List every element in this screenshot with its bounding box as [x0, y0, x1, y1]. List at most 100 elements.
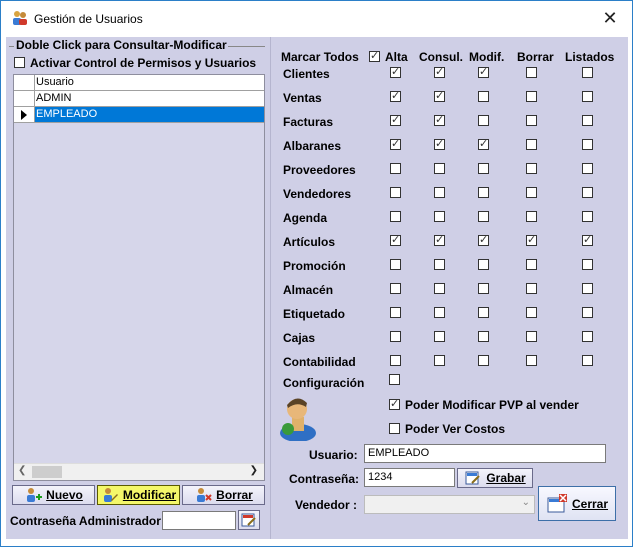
permission-checkbox-listados[interactable] [582, 91, 593, 102]
permission-checkbox-alta[interactable] [390, 211, 401, 222]
table-row-selected[interactable]: EMPLEADO [14, 107, 264, 123]
user-name-field[interactable]: EMPLEADO [364, 444, 606, 463]
permission-checkbox-consul[interactable] [434, 355, 445, 366]
permission-checkbox-consul[interactable] [434, 187, 445, 198]
view-costs-label: Poder Ver Costos [405, 422, 506, 436]
permission-checkbox-consul[interactable] [434, 89, 445, 102]
scroll-left-icon[interactable]: ❮ [18, 465, 26, 476]
modify-pvp-checkbox[interactable] [389, 397, 400, 410]
permission-checkbox-consul[interactable] [434, 307, 445, 318]
permission-checkbox-consul[interactable] [434, 113, 445, 126]
permission-checkbox-modif[interactable] [478, 259, 489, 270]
view-costs-checkbox[interactable] [389, 423, 400, 434]
user-cell[interactable]: ADMIN [36, 92, 71, 104]
permission-checkbox-borrar[interactable] [526, 211, 537, 222]
permission-checkbox-listados[interactable] [582, 67, 593, 78]
permission-checkbox-alta[interactable] [390, 113, 401, 126]
row-indicator[interactable] [14, 107, 35, 122]
admin-password-field[interactable] [162, 511, 236, 530]
permission-checkbox-consul[interactable] [434, 65, 445, 78]
seller-select[interactable]: ⌄ [364, 495, 535, 514]
permission-checkbox-borrar[interactable] [526, 139, 537, 150]
permission-checkbox-borrar[interactable] [526, 283, 537, 294]
delete-user-button[interactable]: Borrar [182, 485, 265, 505]
permission-checkbox-alta[interactable] [390, 65, 401, 78]
password-field[interactable]: 1234 [364, 468, 455, 487]
permission-checkbox-consul[interactable] [434, 259, 445, 270]
configuracion-checkbox[interactable] [389, 374, 400, 385]
permission-checkbox-consul[interactable] [434, 283, 445, 294]
permission-checkbox-borrar[interactable] [526, 115, 537, 126]
permission-checkbox-listados[interactable] [582, 211, 593, 222]
permission-checkbox-alta[interactable] [390, 89, 401, 102]
permission-checkbox-modif[interactable] [478, 187, 489, 198]
grid-column-usuario[interactable]: Usuario [36, 76, 74, 88]
permission-checkbox-modif[interactable] [478, 355, 489, 366]
permission-checkbox-modif[interactable] [478, 307, 489, 318]
permission-checkbox-alta[interactable] [390, 137, 401, 150]
window-close-button[interactable]: ✕ [590, 3, 630, 33]
chevron-down-icon[interactable]: ⌄ [522, 497, 530, 508]
permission-checkbox-listados[interactable] [582, 259, 593, 270]
table-row[interactable]: ADMIN [14, 91, 264, 107]
permission-checkbox-consul[interactable] [434, 211, 445, 222]
permission-checkbox-consul[interactable] [434, 233, 445, 246]
permission-checkbox-borrar[interactable] [526, 91, 537, 102]
permission-checkbox-borrar[interactable] [526, 163, 537, 174]
permission-row-label: Albaranes [283, 139, 342, 153]
permission-checkbox-listados[interactable] [582, 163, 593, 174]
permission-checkbox-modif[interactable] [478, 283, 489, 294]
user-cell[interactable]: EMPLEADO [36, 108, 97, 120]
permission-checkbox-listados[interactable] [582, 355, 593, 366]
close-button[interactable]: Cerrar [538, 486, 616, 521]
modify-user-label: Modificar [122, 488, 177, 502]
permission-checkbox-modif[interactable] [478, 65, 489, 78]
permission-checkbox-modif[interactable] [478, 331, 489, 342]
permission-checkbox-listados[interactable] [582, 233, 593, 246]
permission-checkbox-alta[interactable] [390, 187, 401, 198]
permission-checkbox-borrar[interactable] [526, 187, 537, 198]
permission-checkbox-alta[interactable] [390, 259, 401, 270]
new-user-button[interactable]: Nuevo [12, 485, 95, 505]
permission-checkbox-listados[interactable] [582, 307, 593, 318]
permission-checkbox-borrar[interactable] [526, 355, 537, 366]
permission-checkbox-modif[interactable] [478, 137, 489, 150]
permission-checkbox-alta[interactable] [390, 331, 401, 342]
permission-checkbox-borrar[interactable] [526, 67, 537, 78]
permission-checkbox-modif[interactable] [478, 115, 489, 126]
admin-password-button[interactable] [238, 510, 260, 530]
activate-control-checkbox[interactable] [14, 57, 25, 68]
permission-checkbox-alta[interactable] [390, 283, 401, 294]
permission-checkbox-alta[interactable] [390, 355, 401, 366]
scroll-thumb[interactable] [32, 466, 62, 478]
permission-checkbox-listados[interactable] [582, 115, 593, 126]
permission-checkbox-listados[interactable] [582, 283, 593, 294]
permission-checkbox-listados[interactable] [582, 331, 593, 342]
users-grid[interactable]: Usuario ADMIN EMPLEADO ❮ ❯ [13, 74, 265, 481]
permission-checkbox-listados[interactable] [582, 139, 593, 150]
permission-checkbox-modif[interactable] [478, 91, 489, 102]
permission-checkbox-alta[interactable] [390, 163, 401, 174]
permission-checkbox-listados[interactable] [582, 187, 593, 198]
scroll-right-icon[interactable]: ❯ [250, 465, 258, 476]
permission-checkbox-modif[interactable] [478, 211, 489, 222]
permission-checkbox-borrar[interactable] [526, 307, 537, 318]
permission-checkbox-alta[interactable] [390, 307, 401, 318]
permission-checkbox-consul[interactable] [434, 331, 445, 342]
save-button[interactable]: Grabar [457, 468, 533, 488]
permission-checkbox-modif[interactable] [478, 233, 489, 246]
permission-checkbox-borrar[interactable] [526, 331, 537, 342]
modify-user-button[interactable]: Modificar [97, 485, 180, 505]
horizontal-scrollbar[interactable]: ❮ ❯ [14, 463, 264, 480]
permission-checkbox-borrar[interactable] [526, 233, 537, 246]
save-label: Grabar [486, 471, 526, 485]
row-indicator[interactable] [14, 91, 35, 106]
permission-checkbox-consul[interactable] [434, 137, 445, 150]
grid-header: Usuario [14, 75, 264, 91]
permission-checkbox-alta[interactable] [390, 233, 401, 246]
permission-checkbox-modif[interactable] [478, 163, 489, 174]
column-borrar: Borrar [517, 50, 554, 64]
permission-checkbox-consul[interactable] [434, 163, 445, 174]
mark-all-checkbox[interactable] [369, 49, 380, 62]
permission-checkbox-borrar[interactable] [526, 259, 537, 270]
